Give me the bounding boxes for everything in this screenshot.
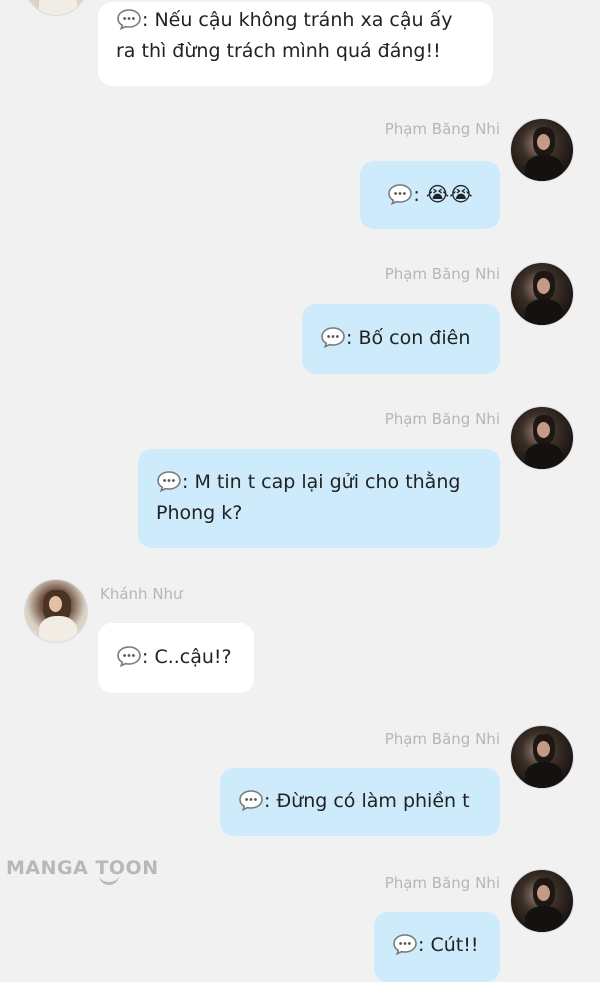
sender-name: Phạm Băng Nhi bbox=[384, 410, 500, 428]
sender-name: Khánh Như bbox=[100, 585, 183, 603]
crying-emoji-icon: 😭 bbox=[425, 182, 450, 206]
avatar-pham-bang-nhi[interactable] bbox=[510, 406, 574, 470]
message-bubble: : Đừng có làm phiền t bbox=[220, 768, 500, 836]
message-bubble: : Bố con điên bbox=[302, 304, 500, 374]
message-text: Bố con điên bbox=[358, 327, 471, 349]
avatar-pham-bang-nhi[interactable] bbox=[510, 118, 574, 182]
message-bubble: : M tin t cap lại gửi cho thằng Phong k? bbox=[138, 449, 500, 548]
avatar-pham-bang-nhi[interactable] bbox=[510, 725, 574, 789]
mangatoon-watermark: MANGA TOON bbox=[6, 857, 159, 885]
avatar-pham-bang-nhi[interactable] bbox=[510, 869, 574, 933]
message-bubble: : C..cậu!? bbox=[98, 623, 254, 693]
message-text: ra thì đừng trách mình quá đáng!! bbox=[116, 40, 441, 62]
sender-name: Phạm Băng Nhi bbox=[384, 874, 500, 892]
message-bubble: : Nếu cậu không tránh xa cậu ấy ra thì đ… bbox=[98, 2, 493, 86]
message-text: Nếu cậu không tránh xa cậu ấy bbox=[154, 9, 453, 31]
avatar-khanh-nhu-partial[interactable] bbox=[24, 0, 88, 16]
chat-bubble-icon bbox=[392, 933, 418, 955]
message-bubble: : Cút!! bbox=[374, 912, 500, 982]
message-text: Phong k? bbox=[156, 502, 243, 524]
message-bubble: : 😭😭 bbox=[360, 161, 500, 229]
avatar-pham-bang-nhi[interactable] bbox=[510, 262, 574, 326]
chat-bubble-icon bbox=[156, 470, 182, 492]
chat-bubble-icon bbox=[320, 326, 346, 348]
chat-bubble-icon bbox=[387, 183, 413, 205]
message-text: Đừng có làm phiền t bbox=[276, 790, 470, 812]
chat-bubble-icon bbox=[238, 789, 264, 811]
chat-bubble-icon bbox=[116, 645, 142, 667]
logo-smile-icon bbox=[99, 874, 119, 885]
message-text: C..cậu!? bbox=[154, 646, 232, 668]
message-text: M tin t cap lại gửi cho thằng bbox=[194, 471, 461, 493]
sender-name: Phạm Băng Nhi bbox=[384, 120, 500, 138]
sender-name: Phạm Băng Nhi bbox=[384, 265, 500, 283]
crying-emoji-icon: 😭 bbox=[449, 182, 473, 206]
avatar-khanh-nhu[interactable] bbox=[24, 579, 88, 643]
sender-name: Phạm Băng Nhi bbox=[384, 730, 500, 748]
message-text: Cút!! bbox=[430, 934, 479, 956]
chat-bubble-icon bbox=[116, 8, 142, 30]
